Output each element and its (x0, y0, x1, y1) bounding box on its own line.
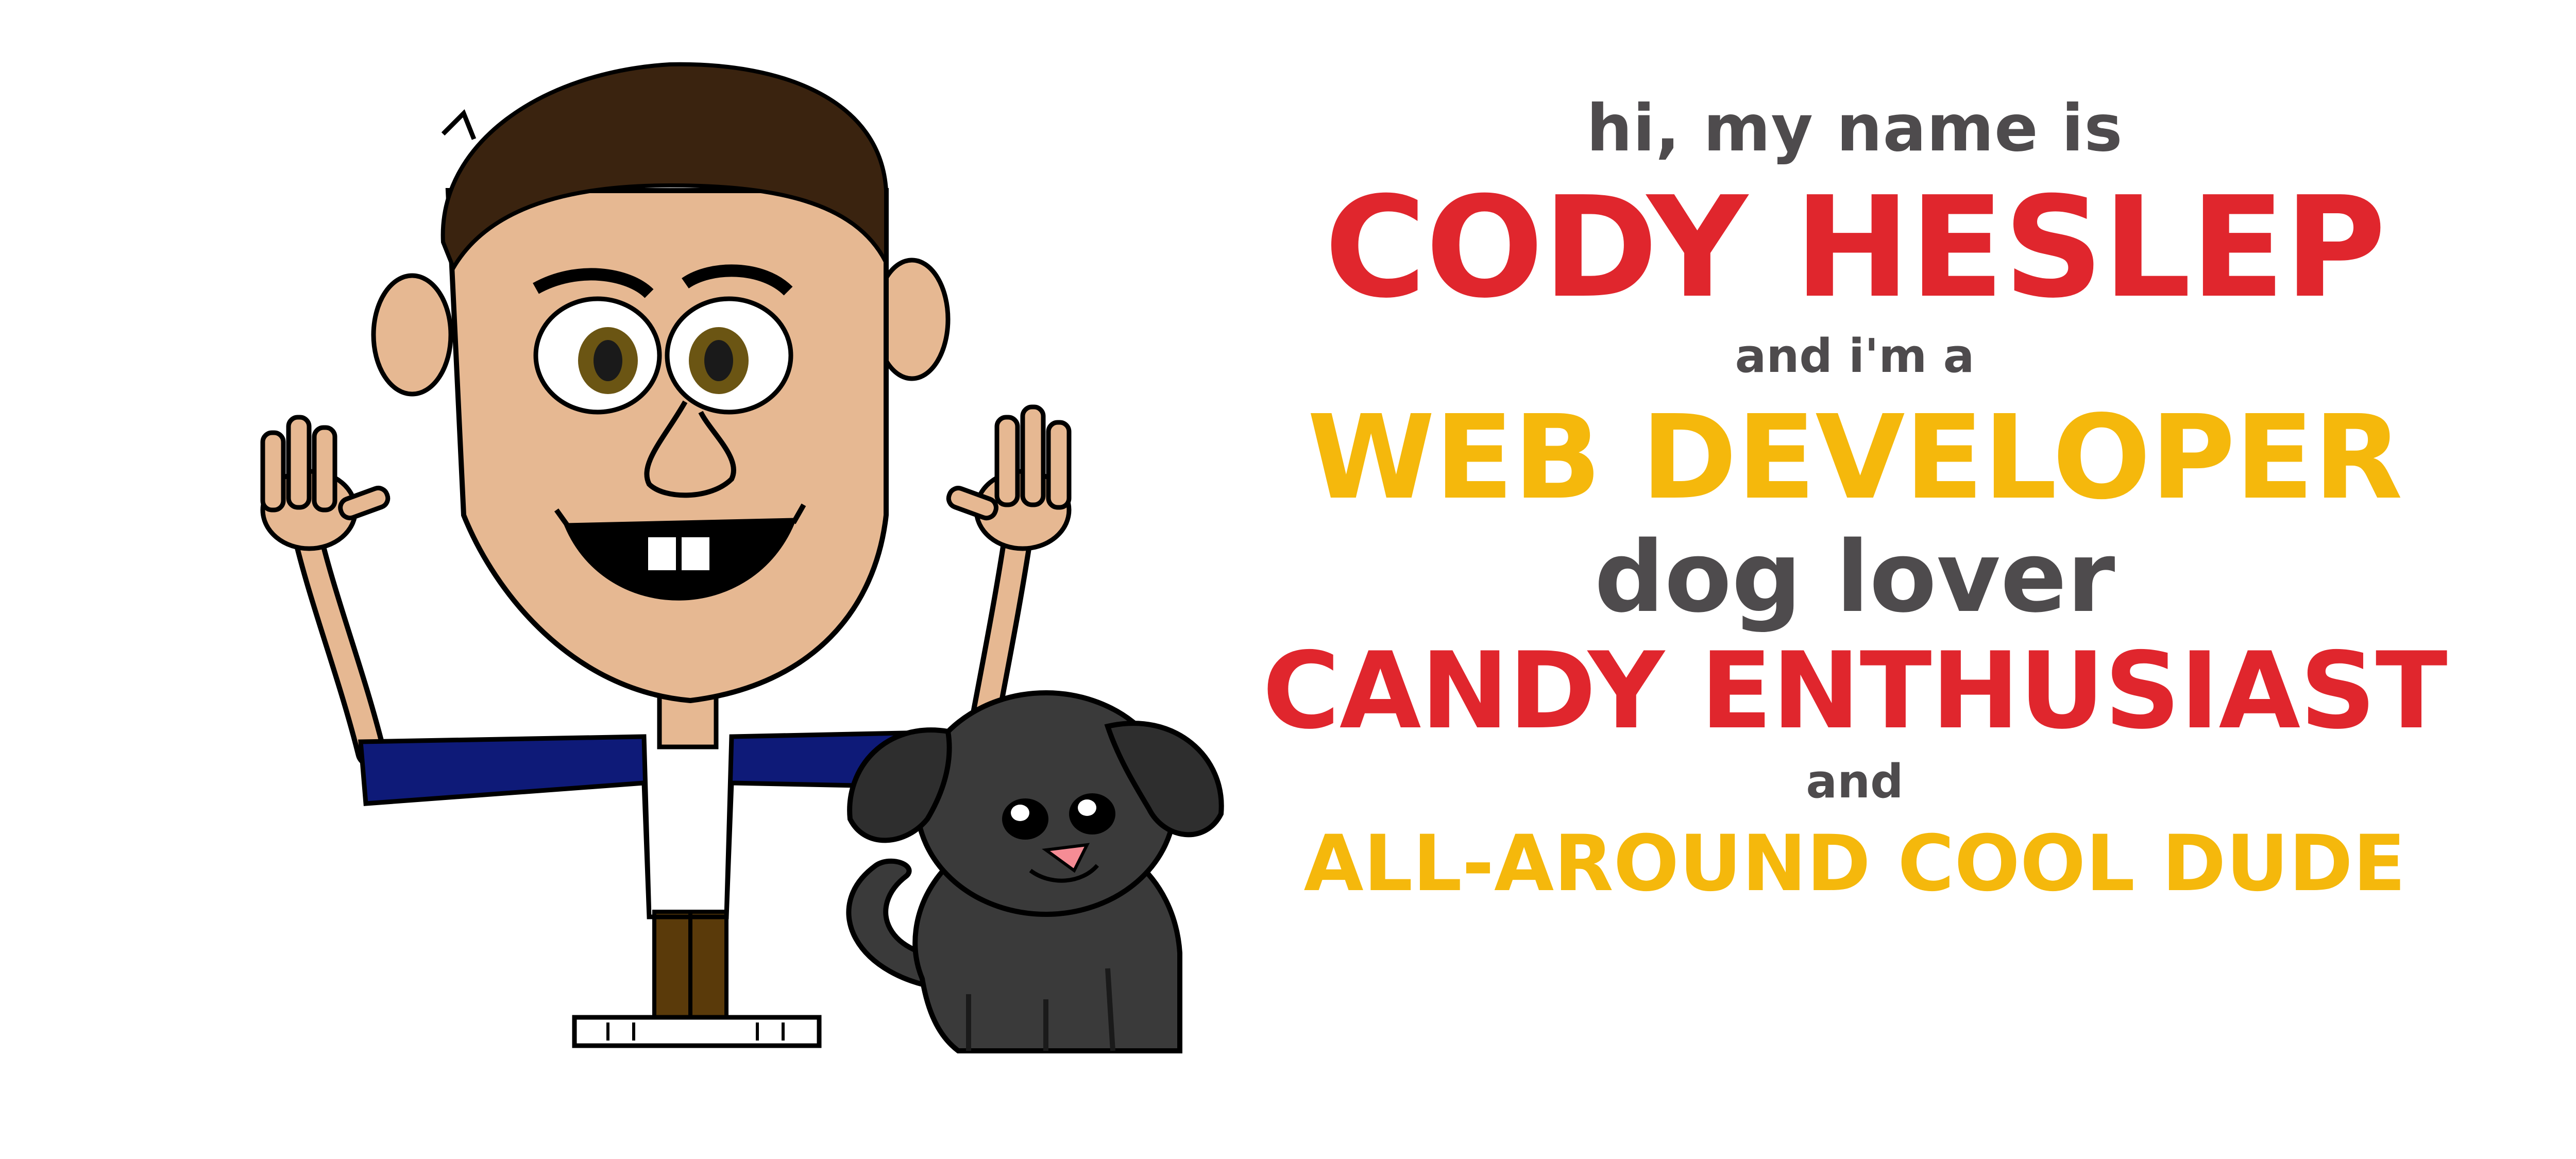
role-heading: WEB DEVELOPER (1307, 390, 2403, 526)
greeting-text: hi, my name is (1586, 91, 2123, 166)
intro-text-block: hi, my name is CODY HESLEP and i'm a WEB… (1236, 91, 2473, 909)
trait-candy-enthusiast: CANDY ENTHUSIAST (1262, 629, 2447, 753)
trait-dog-lover: dog lover (1594, 520, 2115, 635)
connector-text: and i'm a (1735, 329, 1975, 384)
cartoon-dog-icon (846, 690, 1224, 1053)
connector-and-text: and (1806, 754, 1904, 809)
name-heading: CODY HESLEP (1324, 166, 2386, 329)
hero-illustration (260, 62, 1224, 1053)
hero-scene: hi, my name is CODY HESLEP and i'm a WEB… (0, 0, 2576, 1159)
closing-tagline: ALL-AROUND COOL DUDE (1303, 819, 2406, 909)
